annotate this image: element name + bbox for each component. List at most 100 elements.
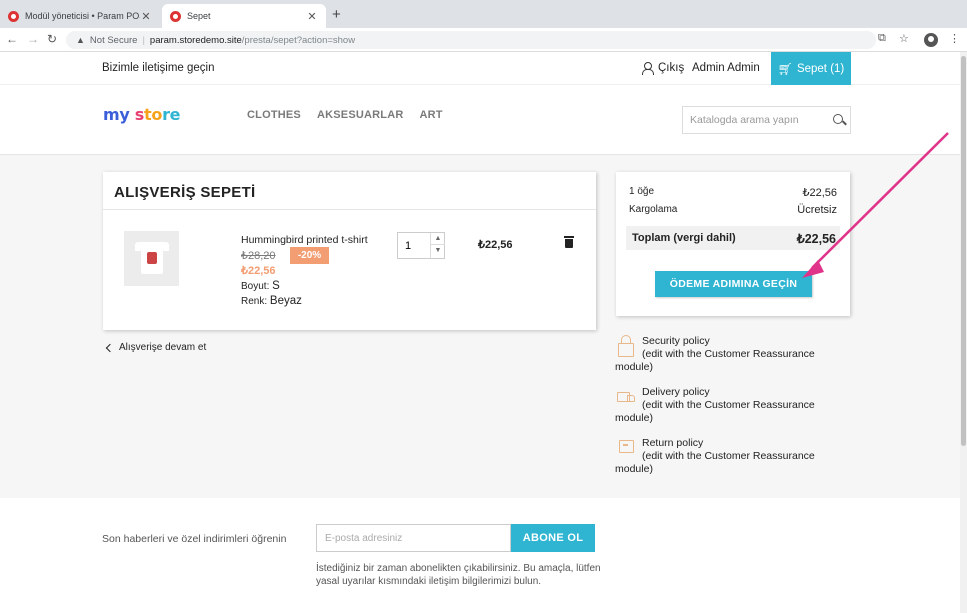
translate-icon[interactable]: ⧉ bbox=[878, 32, 886, 45]
items-subtotal: ₺22,56 bbox=[802, 187, 837, 199]
top-navigation: Bizimle iletişime geçin Çıkış Admin Admi… bbox=[0, 52, 962, 85]
close-tab-icon[interactable]: ✕ bbox=[306, 10, 318, 23]
divider bbox=[103, 209, 596, 210]
bookmark-star-icon[interactable]: ☆ bbox=[899, 32, 909, 45]
line-total: ₺22,56 bbox=[478, 239, 513, 251]
page-content: Bizimle iletişime geçin Çıkış Admin Admi… bbox=[0, 52, 962, 613]
reassurance-text: module) bbox=[615, 412, 653, 424]
reassurance-text: (edit with the Customer Reassurance bbox=[642, 399, 815, 411]
total-row: Toplam (vergi dahil) ₺22,56 bbox=[626, 226, 840, 250]
search-box bbox=[682, 106, 851, 134]
user-icon bbox=[641, 62, 654, 75]
product-size: Boyut: S bbox=[241, 280, 280, 292]
menu-item-clothes[interactable]: CLOTHES bbox=[247, 109, 301, 121]
url-host: param.storedemo.site bbox=[149, 34, 242, 46]
tshirt-image bbox=[135, 242, 169, 274]
product-thumbnail[interactable] bbox=[124, 231, 179, 286]
browser-menu-icon[interactable]: ⋮ bbox=[949, 32, 960, 45]
items-row: 1 öğe ₺22,56 bbox=[629, 186, 837, 199]
store-logo[interactable]: my store bbox=[103, 105, 181, 124]
shopping-cart-icon: 🛒︎ bbox=[777, 61, 793, 76]
cart-label: Sepet (1) bbox=[796, 62, 845, 75]
search-input[interactable] bbox=[690, 114, 830, 126]
product-old-price: ₺28,20 bbox=[241, 250, 276, 262]
total-label: Toplam (vergi dahil) bbox=[632, 232, 736, 244]
forward-arrow-icon[interactable]: → bbox=[27, 32, 39, 46]
scrollbar-thumb[interactable] bbox=[961, 56, 966, 446]
main-menu: CLOTHES AKSESUARLAR ART bbox=[247, 109, 443, 121]
logout-link[interactable]: Çıkış bbox=[641, 62, 685, 75]
tab-title: Sepet bbox=[187, 11, 211, 21]
delete-trash-icon[interactable] bbox=[564, 236, 574, 248]
newsletter-note: İstediğiniz bir zaman abonelikten çıkabi… bbox=[316, 563, 601, 587]
product-color: Renk: Beyaz bbox=[241, 295, 302, 307]
lock-icon bbox=[617, 335, 635, 357]
newsletter-section: Son haberleri ve özel indirimleri öğreni… bbox=[0, 498, 962, 613]
newsletter-email-input[interactable] bbox=[316, 524, 511, 552]
total-value: ₺22,56 bbox=[796, 231, 836, 246]
color-label: Renk: bbox=[241, 296, 268, 307]
reassurance-return: Return policy (edit with the Customer Re… bbox=[615, 437, 845, 476]
account-link[interactable]: Admin Admin bbox=[692, 62, 760, 74]
warning-triangle-icon: ▲ bbox=[76, 35, 85, 45]
return-box-icon bbox=[617, 437, 635, 457]
browser-toolbar: ← → ↻ ▲ Not Secure | param.storedemo.sit… bbox=[0, 28, 967, 52]
address-bar[interactable]: ▲ Not Secure | param.storedemo.site /pre… bbox=[66, 31, 876, 49]
continue-shopping-link[interactable]: Alışverişe devam et bbox=[105, 342, 207, 353]
cart-title: ALIŞVERİŞ SEPETİ bbox=[114, 184, 256, 201]
product-name-link[interactable]: Hummingbird printed t-shirt bbox=[241, 234, 368, 246]
contact-link[interactable]: Bizimle iletişime geçin bbox=[102, 62, 214, 74]
reassurance-security: Security policy (edit with the Customer … bbox=[615, 335, 845, 374]
url-divider: | bbox=[142, 34, 145, 46]
shipping-row: Kargolama Ücretsiz bbox=[629, 204, 837, 216]
menu-item-accessories[interactable]: AKSESUARLAR bbox=[317, 109, 404, 121]
browser-tab-cart[interactable]: Sepet ✕ bbox=[162, 4, 326, 28]
items-count-label: 1 öğe bbox=[629, 186, 655, 197]
chevron-up-icon[interactable]: ▲ bbox=[431, 233, 445, 245]
browser-tab-bar: Modül yöneticisi • Param POS ✕ Sepet ✕ + bbox=[0, 0, 967, 28]
continue-shopping-label: Alışverişe devam et bbox=[119, 342, 207, 353]
site-favicon-icon bbox=[8, 10, 19, 22]
reassurance-text: (edit with the Customer Reassurance bbox=[642, 450, 815, 462]
newsletter-label: Son haberleri ve özel indirimleri öğreni… bbox=[102, 533, 287, 545]
cart-panel: ALIŞVERİŞ SEPETİ Hummingbird printed t-s… bbox=[103, 172, 596, 330]
security-label: Not Secure bbox=[89, 34, 138, 46]
cart-button[interactable]: 🛒︎ Sepet (1) bbox=[771, 52, 851, 85]
menu-item-art[interactable]: ART bbox=[420, 109, 443, 121]
shipping-label: Kargolama bbox=[629, 204, 678, 215]
truck-icon bbox=[617, 386, 635, 406]
subscribe-button[interactable]: ABONE OL bbox=[511, 524, 595, 552]
url-path: /presta/sepet?action=show bbox=[241, 34, 356, 46]
reassurance-text: module) bbox=[615, 463, 653, 475]
shipping-value: Ücretsiz bbox=[797, 204, 837, 216]
size-value: S bbox=[272, 280, 280, 292]
quantity-stepper: ▲ ▼ bbox=[397, 232, 445, 259]
quantity-spinner: ▲ ▼ bbox=[430, 233, 445, 258]
browser-tab-module-manager[interactable]: Modül yöneticisi • Param POS ✕ bbox=[0, 4, 160, 28]
page-scrollbar[interactable] bbox=[960, 52, 967, 613]
color-value: Beyaz bbox=[269, 295, 302, 307]
quantity-input[interactable] bbox=[398, 233, 430, 258]
site-favicon-icon bbox=[170, 10, 181, 22]
close-tab-icon[interactable]: ✕ bbox=[140, 10, 152, 23]
cart-summary-panel: 1 öğe ₺22,56 Kargolama Ücretsiz Toplam (… bbox=[616, 172, 850, 316]
reassurance-delivery: Delivery policy (edit with the Customer … bbox=[615, 386, 845, 425]
reassurance-text: (edit with the Customer Reassurance bbox=[642, 348, 815, 360]
reassurance-text: module) bbox=[615, 361, 653, 373]
tab-title: Modül yöneticisi • Param POS bbox=[25, 11, 140, 21]
discount-badge: -20% bbox=[290, 247, 329, 264]
size-label: Boyut: bbox=[241, 281, 270, 292]
new-tab-icon[interactable]: + bbox=[332, 6, 341, 23]
checkout-button[interactable]: ÖDEME ADIMINA GEÇİN bbox=[655, 271, 812, 297]
back-arrow-icon[interactable]: ← bbox=[6, 32, 18, 46]
reload-icon[interactable]: ↻ bbox=[47, 32, 57, 46]
profile-avatar-icon[interactable] bbox=[924, 33, 938, 47]
chevron-down-icon[interactable]: ▼ bbox=[431, 245, 445, 257]
reassurance-title: Delivery policy bbox=[642, 386, 710, 398]
logout-label: Çıkış bbox=[658, 62, 685, 74]
site-header: my store CLOTHES AKSESUARLAR ART bbox=[0, 85, 962, 155]
product-new-price: ₺22,56 bbox=[241, 265, 276, 277]
search-icon[interactable] bbox=[830, 110, 850, 130]
reassurance-title: Security policy bbox=[642, 335, 710, 347]
chevron-left-icon bbox=[105, 343, 115, 352]
